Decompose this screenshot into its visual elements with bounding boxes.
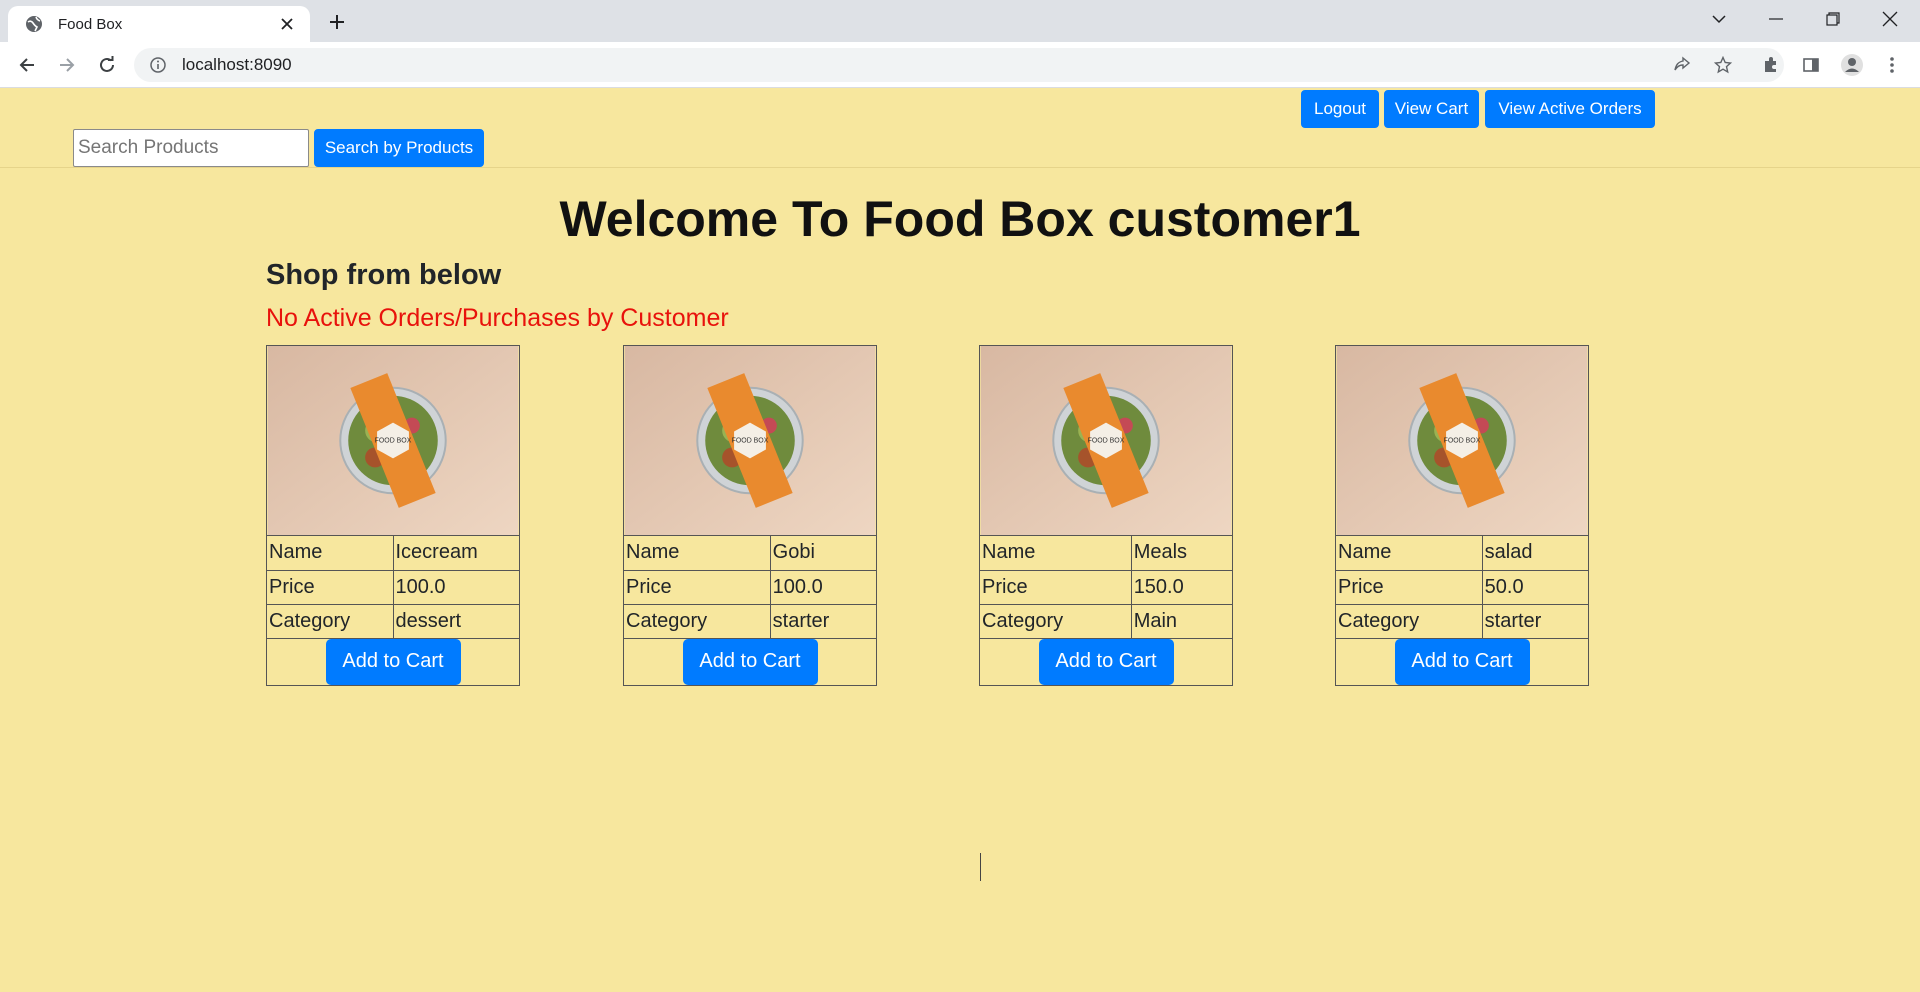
reload-icon[interactable] xyxy=(90,48,124,82)
product-name: Icecream xyxy=(392,536,519,571)
kebab-menu-icon[interactable] xyxy=(1876,49,1908,81)
search-by-products-button[interactable]: Search by Products xyxy=(314,129,484,167)
category-label: Category xyxy=(980,603,1132,639)
category-label: Category xyxy=(624,603,771,639)
shop-heading: Shop from below xyxy=(266,259,502,291)
product-card-salad: FOOD BOX Name salad Price 50.0 Category … xyxy=(1335,345,1589,686)
product-image: FOOD BOX xyxy=(267,346,519,536)
product-card-meals: FOOD BOX Name Meals Price 150.0 Category… xyxy=(979,345,1233,686)
product-details-table: Name Gobi Price 100.0 Category starter A… xyxy=(624,536,876,685)
top-navigation: Logout View Cart View Active Orders Sear… xyxy=(0,89,1920,168)
forward-arrow-icon[interactable] xyxy=(50,48,84,82)
product-price: 100.0 xyxy=(769,569,876,605)
food-box-logo-text: FOOD BOX xyxy=(1444,437,1481,444)
globe-icon xyxy=(24,14,44,34)
name-label: Name xyxy=(980,536,1132,571)
product-card-gobi: FOOD BOX Name Gobi Price 100.0 Category … xyxy=(623,345,877,686)
product-image: FOOD BOX xyxy=(624,346,876,536)
name-label: Name xyxy=(624,536,771,571)
product-price: 100.0 xyxy=(392,569,519,605)
minimize-icon[interactable] xyxy=(1748,0,1804,38)
url-text[interactable]: localhost:8090 xyxy=(182,55,292,75)
product-category: Main xyxy=(1130,603,1232,639)
search-products-input[interactable] xyxy=(73,129,309,167)
price-label: Price xyxy=(267,569,394,605)
puzzle-icon[interactable] xyxy=(1755,49,1787,81)
plus-icon[interactable] xyxy=(322,8,352,36)
product-price: 50.0 xyxy=(1481,569,1588,605)
restore-icon[interactable] xyxy=(1805,0,1861,38)
browser-tab-strip: Food Box xyxy=(0,0,1920,42)
add-to-cart-cell: Add to Cart xyxy=(980,637,1232,685)
category-label: Category xyxy=(267,603,394,639)
no-active-orders-message: No Active Orders/Purchases by Customer xyxy=(266,304,729,332)
welcome-heading: Welcome To Food Box customer1 xyxy=(559,191,1361,247)
browser-tab[interactable]: Food Box xyxy=(8,6,310,42)
close-icon[interactable] xyxy=(1862,0,1918,38)
product-category: dessert xyxy=(392,603,519,639)
close-icon[interactable] xyxy=(276,13,298,35)
add-to-cart-cell: Add to Cart xyxy=(1336,637,1588,685)
price-label: Price xyxy=(624,569,771,605)
product-price: 150.0 xyxy=(1130,569,1232,605)
view-active-orders-button[interactable]: View Active Orders xyxy=(1485,90,1655,128)
share-icon[interactable] xyxy=(1666,49,1698,81)
info-icon[interactable] xyxy=(148,55,168,75)
view-cart-button[interactable]: View Cart xyxy=(1384,90,1479,128)
name-label: Name xyxy=(267,536,394,571)
food-box-logo-text: FOOD BOX xyxy=(375,437,412,444)
product-details-table: Name Icecream Price 100.0 Category desse… xyxy=(267,536,519,685)
product-details-table: Name salad Price 50.0 Category starter A… xyxy=(1336,536,1588,685)
product-category: starter xyxy=(1481,603,1588,639)
star-icon[interactable] xyxy=(1707,49,1739,81)
tab-title: Food Box xyxy=(58,15,123,33)
add-to-cart-cell: Add to Cart xyxy=(267,637,519,685)
food-box-logo-text: FOOD BOX xyxy=(1088,437,1125,444)
browser-toolbar: localhost:8090 xyxy=(0,42,1920,88)
logout-button[interactable]: Logout xyxy=(1301,90,1379,128)
text-cursor xyxy=(980,853,982,881)
product-image: FOOD BOX xyxy=(1336,346,1588,536)
price-label: Price xyxy=(1336,569,1483,605)
address-bar[interactable]: localhost:8090 xyxy=(134,48,1784,82)
product-name: Gobi xyxy=(769,536,876,571)
category-label: Category xyxy=(1336,603,1483,639)
profile-icon[interactable] xyxy=(1836,49,1868,81)
product-category: starter xyxy=(769,603,876,639)
product-name: salad xyxy=(1481,536,1588,571)
add-to-cart-button[interactable]: Add to Cart xyxy=(1038,638,1174,685)
add-to-cart-cell: Add to Cart xyxy=(624,637,876,685)
product-name: Meals xyxy=(1130,536,1232,571)
add-to-cart-button[interactable]: Add to Cart xyxy=(682,638,818,685)
side-panel-icon[interactable] xyxy=(1795,49,1827,81)
product-image: FOOD BOX xyxy=(980,346,1232,536)
food-box-logo-text: FOOD BOX xyxy=(732,437,769,444)
chevron-down-icon[interactable] xyxy=(1691,0,1747,38)
add-to-cart-button[interactable]: Add to Cart xyxy=(1394,638,1530,685)
price-label: Price xyxy=(980,569,1132,605)
back-arrow-icon[interactable] xyxy=(10,48,44,82)
add-to-cart-button[interactable]: Add to Cart xyxy=(325,638,461,685)
name-label: Name xyxy=(1336,536,1483,571)
product-details-table: Name Meals Price 150.0 Category Main Add… xyxy=(980,536,1232,685)
product-card-icecream: FOOD BOX Name Icecream Price 100.0 Categ… xyxy=(266,345,520,686)
